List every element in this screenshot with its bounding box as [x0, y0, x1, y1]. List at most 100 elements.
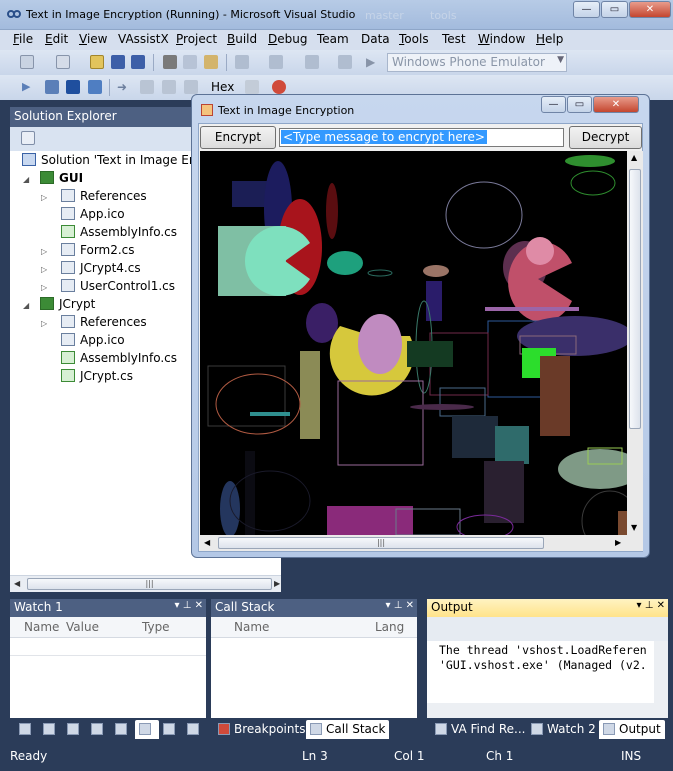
show-next-statement-icon[interactable]: ➜	[117, 80, 131, 94]
threads-tab[interactable]	[111, 720, 135, 739]
modules-tab[interactable]	[159, 720, 183, 739]
column-lang[interactable]: Lang	[375, 620, 404, 634]
command-tab[interactable]	[87, 720, 111, 739]
breakpoint-icon[interactable]	[272, 80, 286, 94]
tree-item-app-ico[interactable]: App.ico	[61, 333, 125, 351]
autos-tab[interactable]	[39, 720, 63, 739]
watch-row[interactable]	[10, 638, 206, 656]
start-debugging-icon[interactable]: ▶	[366, 55, 380, 69]
tree-item-references[interactable]: References	[61, 315, 147, 333]
scroll-right-icon[interactable]: ▶	[274, 579, 280, 588]
menu-data[interactable]: Data	[361, 32, 390, 46]
threads-icon[interactable]	[245, 80, 259, 94]
breakpoints-tab[interactable]: Breakpoints	[214, 720, 309, 739]
restart-icon[interactable]	[88, 80, 102, 94]
copy-icon[interactable]	[183, 55, 197, 69]
tree-item-references[interactable]: References	[61, 189, 147, 207]
stop-debugging-icon[interactable]	[66, 80, 80, 94]
scroll-left-icon[interactable]: ◀	[204, 538, 210, 547]
panel-controls[interactable]: ▾ ⊥ ✕	[175, 600, 203, 611]
cut-icon[interactable]	[163, 55, 177, 69]
save-all-icon[interactable]	[131, 55, 145, 69]
expand-icon[interactable]: ▷	[41, 319, 47, 328]
scroll-left-icon[interactable]: ◀	[14, 579, 20, 588]
expand-icon[interactable]: ▷	[41, 247, 47, 256]
expand-icon[interactable]: ▷	[41, 193, 47, 202]
redo-icon[interactable]	[269, 55, 283, 69]
continue-icon[interactable]: ▶	[22, 80, 36, 94]
form-close-button[interactable]: ✕	[593, 96, 639, 113]
tree-item-jcrypt4[interactable]: JCrypt4.cs	[61, 261, 141, 279]
scroll-down-icon[interactable]: ▼	[631, 523, 637, 532]
form-minimize-button[interactable]: —	[541, 96, 566, 113]
canvas-vertical-scrollbar[interactable]: ▲ ▼	[627, 151, 643, 535]
decrypt-button[interactable]: Decrypt	[569, 126, 642, 149]
column-name[interactable]: Name	[24, 620, 59, 634]
output-tab[interactable]: Output	[599, 720, 665, 739]
menu-test[interactable]: Test	[442, 32, 466, 46]
menu-build[interactable]: Build	[227, 32, 257, 46]
panel-controls[interactable]: ▾ ⊥ ✕	[637, 600, 665, 611]
step-into-icon[interactable]	[140, 80, 154, 94]
locals-tab[interactable]	[15, 720, 39, 739]
column-name[interactable]: Name	[234, 620, 269, 634]
expand-icon[interactable]: ▷	[41, 283, 47, 292]
tree-item-app-ico[interactable]: App.ico	[61, 207, 125, 225]
target-device-combo[interactable]: Windows Phone Emulator ▼	[387, 53, 567, 72]
maximize-button[interactable]: ▭	[601, 1, 628, 18]
tree-item-jcrypt-project[interactable]: JCrypt	[40, 297, 95, 315]
collapse-icon[interactable]: ◢	[23, 175, 29, 184]
callstack-tab[interactable]: Call Stack	[306, 720, 390, 739]
step-out-icon[interactable]	[184, 80, 198, 94]
menu-tools[interactable]: Tools	[399, 32, 429, 46]
tree-item-jcrypt-cs[interactable]: JCrypt.cs	[61, 369, 133, 387]
tree-item-assemblyinfo[interactable]: AssemblyInfo.cs	[61, 225, 177, 243]
collapse-icon[interactable]: ◢	[23, 301, 29, 310]
scroll-thumb[interactable]	[629, 169, 641, 429]
break-all-icon[interactable]	[45, 80, 59, 94]
encrypt-button[interactable]: Encrypt	[200, 126, 276, 149]
menu-file[interactable]: File	[13, 32, 33, 46]
new-project-icon[interactable]	[20, 55, 34, 69]
undo-icon[interactable]	[235, 55, 249, 69]
scroll-thumb[interactable]: |||	[27, 578, 272, 590]
menu-view[interactable]: View	[79, 32, 107, 46]
hex-toggle[interactable]: Hex	[211, 80, 234, 94]
watch-tab[interactable]	[135, 720, 159, 739]
watch2-tab[interactable]: Watch 2	[527, 720, 600, 739]
column-type[interactable]: Type	[142, 620, 170, 634]
tree-item-solution[interactable]: Solution 'Text in Image Encr	[22, 153, 208, 171]
step-over-icon[interactable]	[162, 80, 176, 94]
navigate-backward-icon[interactable]	[305, 55, 319, 69]
output-horizontal-scrollbar[interactable]	[427, 703, 668, 718]
add-item-icon[interactable]	[56, 55, 70, 69]
scroll-right-icon[interactable]: ▶	[615, 538, 621, 547]
form-maximize-button[interactable]: ▭	[567, 96, 592, 113]
va-find-references-tab[interactable]: VA Find Re...	[431, 720, 530, 739]
open-folder-icon[interactable]	[90, 55, 104, 69]
scroll-thumb[interactable]: |||	[218, 537, 544, 549]
expand-icon[interactable]: ▷	[41, 265, 47, 274]
menu-team[interactable]: Team	[317, 32, 349, 46]
solution-horizontal-scrollbar[interactable]: ◀ ||| ▶	[10, 575, 281, 592]
column-value[interactable]: Value	[66, 620, 99, 634]
menu-vassistx[interactable]: VAssistX	[118, 32, 169, 46]
menu-edit[interactable]: Edit	[45, 32, 68, 46]
paste-icon[interactable]	[204, 55, 218, 69]
message-input[interactable]: <Type message to encrypt here>	[279, 128, 564, 147]
menu-help[interactable]: Help	[536, 32, 563, 46]
close-button[interactable]: ✕	[629, 1, 671, 18]
save-icon[interactable]	[111, 55, 125, 69]
menu-debug[interactable]: Debug	[268, 32, 307, 46]
menu-project[interactable]: Project	[176, 32, 217, 46]
tree-item-assemblyinfo[interactable]: AssemblyInfo.cs	[61, 351, 177, 369]
tree-item-form2[interactable]: Form2.cs	[61, 243, 135, 261]
minimize-button[interactable]: —	[573, 1, 600, 18]
tree-item-gui-project[interactable]: GUI	[40, 171, 83, 189]
memory-tab[interactable]	[183, 720, 207, 739]
scroll-up-icon[interactable]: ▲	[631, 153, 637, 162]
panel-controls[interactable]: ▾ ⊥ ✕	[386, 600, 414, 611]
properties-icon[interactable]	[21, 131, 35, 145]
immediate-tab[interactable]	[63, 720, 87, 739]
tree-item-usercontrol1[interactable]: UserControl1.cs	[61, 279, 175, 297]
